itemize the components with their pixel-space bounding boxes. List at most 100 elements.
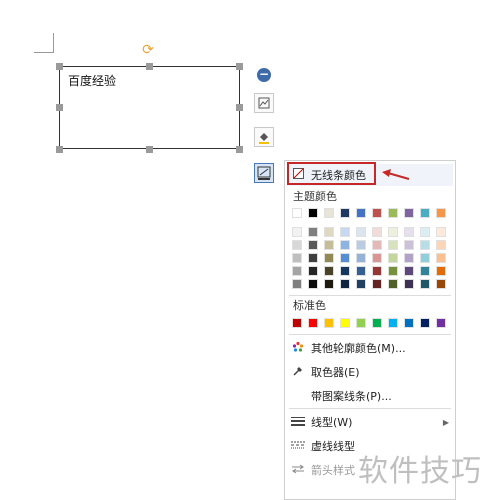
- pattern-line-label: 带图案线条(P)...: [311, 390, 392, 403]
- color-swatch[interactable]: [340, 253, 350, 263]
- color-swatch[interactable]: [372, 318, 382, 328]
- color-swatch[interactable]: [324, 266, 334, 276]
- collapse-icon[interactable]: −: [257, 68, 271, 82]
- color-swatch[interactable]: [420, 279, 430, 289]
- color-swatch[interactable]: [324, 227, 334, 237]
- resize-handle[interactable]: [146, 63, 153, 70]
- line-weight-icon: [285, 415, 311, 429]
- color-swatch[interactable]: [404, 227, 414, 237]
- color-swatch[interactable]: [436, 240, 446, 250]
- shape-effects-icon[interactable]: [254, 93, 274, 113]
- color-swatch[interactable]: [404, 266, 414, 276]
- color-swatch[interactable]: [372, 266, 382, 276]
- color-swatch[interactable]: [404, 279, 414, 289]
- color-swatch[interactable]: [404, 240, 414, 250]
- color-wheel-icon: [285, 341, 311, 356]
- color-swatch[interactable]: [372, 208, 382, 218]
- color-swatch[interactable]: [372, 240, 382, 250]
- color-swatch[interactable]: [404, 253, 414, 263]
- resize-handle[interactable]: [236, 104, 243, 111]
- resize-handle[interactable]: [56, 104, 63, 111]
- color-swatch[interactable]: [436, 266, 446, 276]
- color-swatch[interactable]: [308, 253, 318, 263]
- color-swatch[interactable]: [324, 318, 334, 328]
- color-swatch[interactable]: [292, 208, 302, 218]
- color-swatch[interactable]: [388, 253, 398, 263]
- color-swatch[interactable]: [340, 266, 350, 276]
- color-swatch[interactable]: [356, 227, 366, 237]
- color-swatch[interactable]: [388, 208, 398, 218]
- color-swatch[interactable]: [324, 253, 334, 263]
- color-swatch[interactable]: [292, 266, 302, 276]
- color-swatch[interactable]: [340, 208, 350, 218]
- color-swatch[interactable]: [404, 318, 414, 328]
- color-swatch[interactable]: [388, 266, 398, 276]
- color-swatch[interactable]: [356, 208, 366, 218]
- color-swatch[interactable]: [292, 240, 302, 250]
- rotate-handle-icon[interactable]: ⟳: [141, 43, 155, 57]
- color-swatch[interactable]: [420, 253, 430, 263]
- color-swatch[interactable]: [340, 227, 350, 237]
- shape-text[interactable]: 百度经验: [68, 72, 116, 89]
- color-swatch[interactable]: [420, 208, 430, 218]
- color-swatch[interactable]: [308, 318, 318, 328]
- resize-handle[interactable]: [146, 146, 153, 153]
- line-weight-item[interactable]: 线型(W) ▶: [285, 411, 455, 433]
- color-swatch[interactable]: [308, 208, 318, 218]
- color-swatch[interactable]: [308, 279, 318, 289]
- more-outline-colors-label: 其他轮廓颜色(M)...: [311, 342, 406, 355]
- color-swatch[interactable]: [420, 266, 430, 276]
- color-swatch[interactable]: [404, 208, 414, 218]
- color-swatch[interactable]: [340, 240, 350, 250]
- eyedropper-item[interactable]: 取色器(E): [285, 361, 455, 383]
- fill-bucket-icon[interactable]: [254, 127, 274, 147]
- color-swatch[interactable]: [372, 227, 382, 237]
- pattern-line-item[interactable]: 带图案线条(P)...: [285, 385, 455, 407]
- separator: [289, 295, 451, 296]
- highlight-box: [287, 162, 376, 185]
- color-swatch[interactable]: [356, 266, 366, 276]
- color-swatch[interactable]: [356, 318, 366, 328]
- color-swatch[interactable]: [436, 318, 446, 328]
- resize-handle[interactable]: [56, 146, 63, 153]
- color-swatch[interactable]: [436, 279, 446, 289]
- more-outline-colors-item[interactable]: 其他轮廓颜色(M)...: [285, 337, 455, 359]
- color-swatch[interactable]: [292, 318, 302, 328]
- color-swatch[interactable]: [292, 253, 302, 263]
- outline-color-icon[interactable]: [254, 163, 274, 183]
- resize-handle[interactable]: [236, 63, 243, 70]
- color-swatch[interactable]: [308, 266, 318, 276]
- color-swatch[interactable]: [340, 318, 350, 328]
- color-swatch[interactable]: [340, 279, 350, 289]
- separator: [289, 334, 451, 335]
- color-swatch[interactable]: [308, 227, 318, 237]
- color-swatch[interactable]: [324, 279, 334, 289]
- standard-colors-label: 标准色: [293, 299, 326, 312]
- dash-line-label: 虚线线型: [311, 440, 355, 453]
- color-swatch[interactable]: [292, 279, 302, 289]
- color-swatch[interactable]: [356, 240, 366, 250]
- color-swatch[interactable]: [308, 240, 318, 250]
- color-swatch[interactable]: [420, 227, 430, 237]
- color-swatch[interactable]: [372, 279, 382, 289]
- color-swatch[interactable]: [420, 318, 430, 328]
- color-swatch[interactable]: [324, 240, 334, 250]
- color-swatch[interactable]: [436, 208, 446, 218]
- arrow-style-icon: [285, 463, 311, 477]
- page-corner-mark: [53, 33, 54, 53]
- color-swatch[interactable]: [388, 227, 398, 237]
- color-swatch[interactable]: [436, 227, 446, 237]
- color-swatch[interactable]: [372, 253, 382, 263]
- color-swatch[interactable]: [388, 279, 398, 289]
- color-swatch[interactable]: [356, 253, 366, 263]
- resize-handle[interactable]: [236, 146, 243, 153]
- color-swatch[interactable]: [388, 318, 398, 328]
- color-swatch[interactable]: [356, 279, 366, 289]
- color-swatch[interactable]: [436, 253, 446, 263]
- color-swatch[interactable]: [324, 208, 334, 218]
- resize-handle[interactable]: [56, 63, 63, 70]
- eyedropper-icon: [285, 365, 311, 380]
- color-swatch[interactable]: [420, 240, 430, 250]
- color-swatch[interactable]: [388, 240, 398, 250]
- color-swatch[interactable]: [292, 227, 302, 237]
